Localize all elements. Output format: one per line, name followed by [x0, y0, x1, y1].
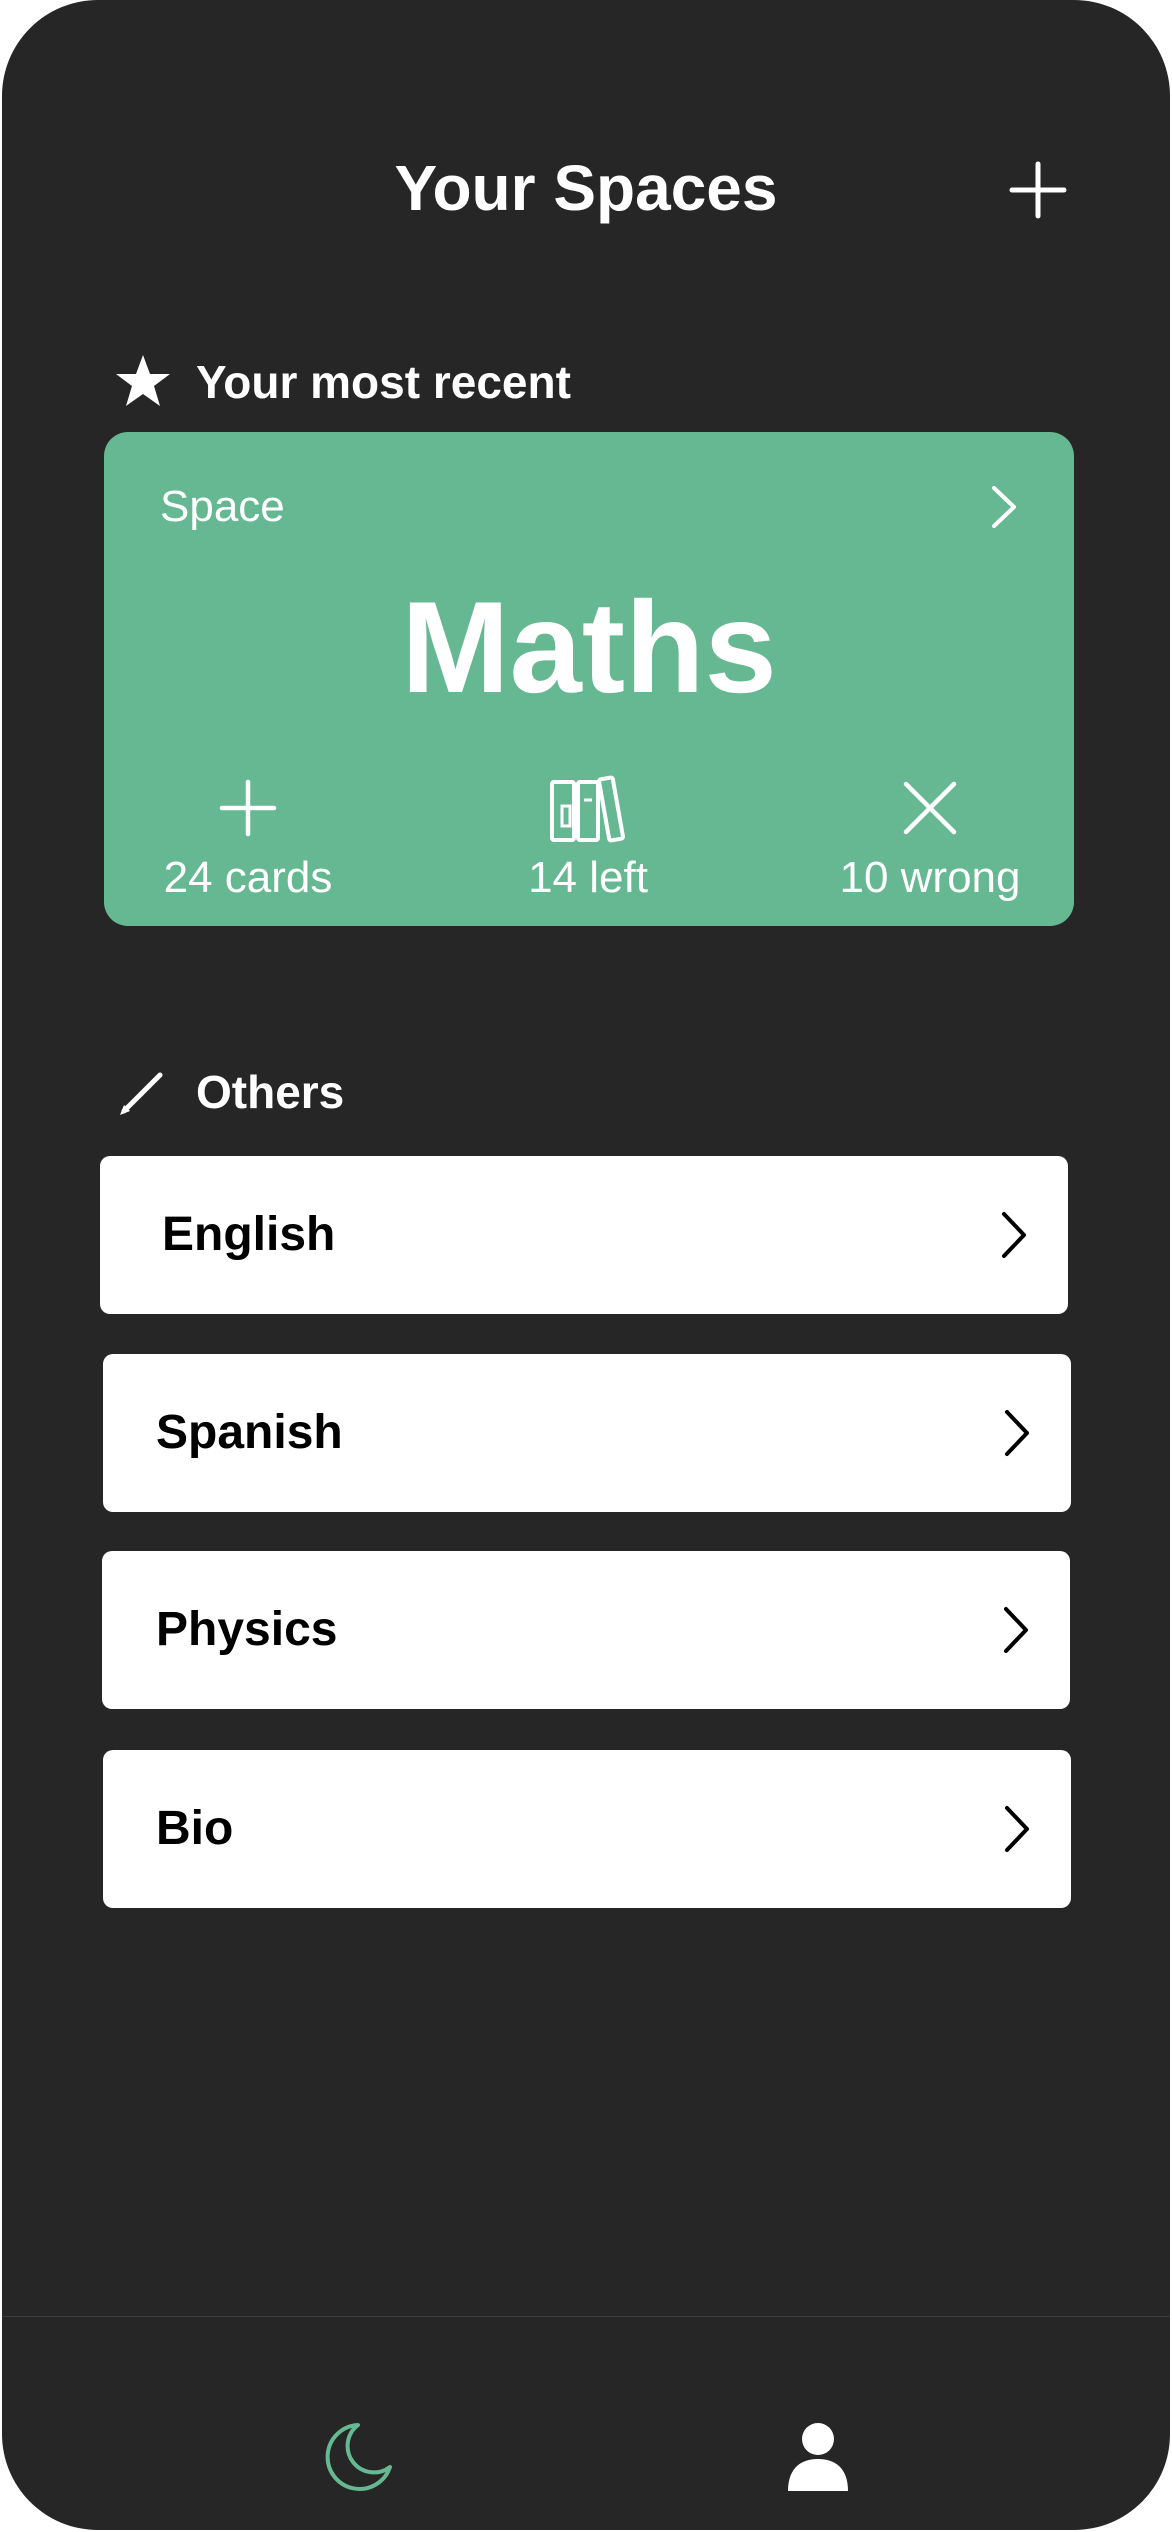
- space-item-bio[interactable]: Bio: [103, 1750, 1071, 1908]
- stat-left-text: 14 left: [528, 853, 648, 902]
- person-icon: [788, 2423, 848, 2491]
- space-item-english[interactable]: English: [100, 1156, 1068, 1314]
- tab-bar: [2, 2316, 1170, 2530]
- stat-cards: 24 cards: [98, 768, 398, 908]
- stat-wrong-text: 10 wrong: [839, 853, 1021, 902]
- space-item-label: Spanish: [156, 1406, 343, 1459]
- app-screen: Your Spaces Your most recent Space Maths: [2, 0, 1170, 2530]
- close-icon: [780, 768, 1080, 848]
- books-icon: [438, 768, 738, 848]
- recent-space-card[interactable]: Space Maths 24 cards 14 left 10 wrong: [104, 432, 1074, 926]
- tab-home[interactable]: [318, 2417, 398, 2497]
- plus-icon: [98, 768, 398, 848]
- stat-left: 14 left: [438, 768, 738, 908]
- space-item-label: Physics: [156, 1603, 338, 1656]
- others-heading-label: Others: [196, 1066, 345, 1118]
- space-item-label: English: [162, 1208, 336, 1261]
- card-subject: Maths: [401, 574, 777, 720]
- chevron-right-icon: [996, 1208, 1032, 1262]
- tab-profile[interactable]: [778, 2417, 858, 2497]
- add-space-button[interactable]: [1008, 160, 1068, 220]
- recent-section-heading: Your most recent: [114, 352, 571, 412]
- space-item-label: Bio: [156, 1802, 234, 1855]
- others-section-heading: Others: [114, 1062, 344, 1122]
- stat-wrong: 10 wrong: [780, 768, 1080, 908]
- recent-heading-label: Your most recent: [196, 356, 571, 408]
- chevron-right-icon: [999, 1802, 1035, 1856]
- chevron-right-icon: [999, 1406, 1035, 1460]
- space-item-physics[interactable]: Physics: [102, 1551, 1070, 1709]
- space-item-spanish[interactable]: Spanish: [103, 1354, 1071, 1512]
- page-title: Your Spaces: [394, 152, 778, 224]
- card-label: Space: [160, 482, 285, 531]
- chevron-right-icon: [984, 482, 1024, 532]
- plus-icon: [1009, 161, 1067, 219]
- stat-cards-text: 24 cards: [163, 853, 333, 902]
- pencil-icon: [114, 1063, 172, 1121]
- moon-icon: [325, 2423, 392, 2491]
- chevron-right-icon: [998, 1603, 1034, 1657]
- star-icon: [114, 353, 172, 411]
